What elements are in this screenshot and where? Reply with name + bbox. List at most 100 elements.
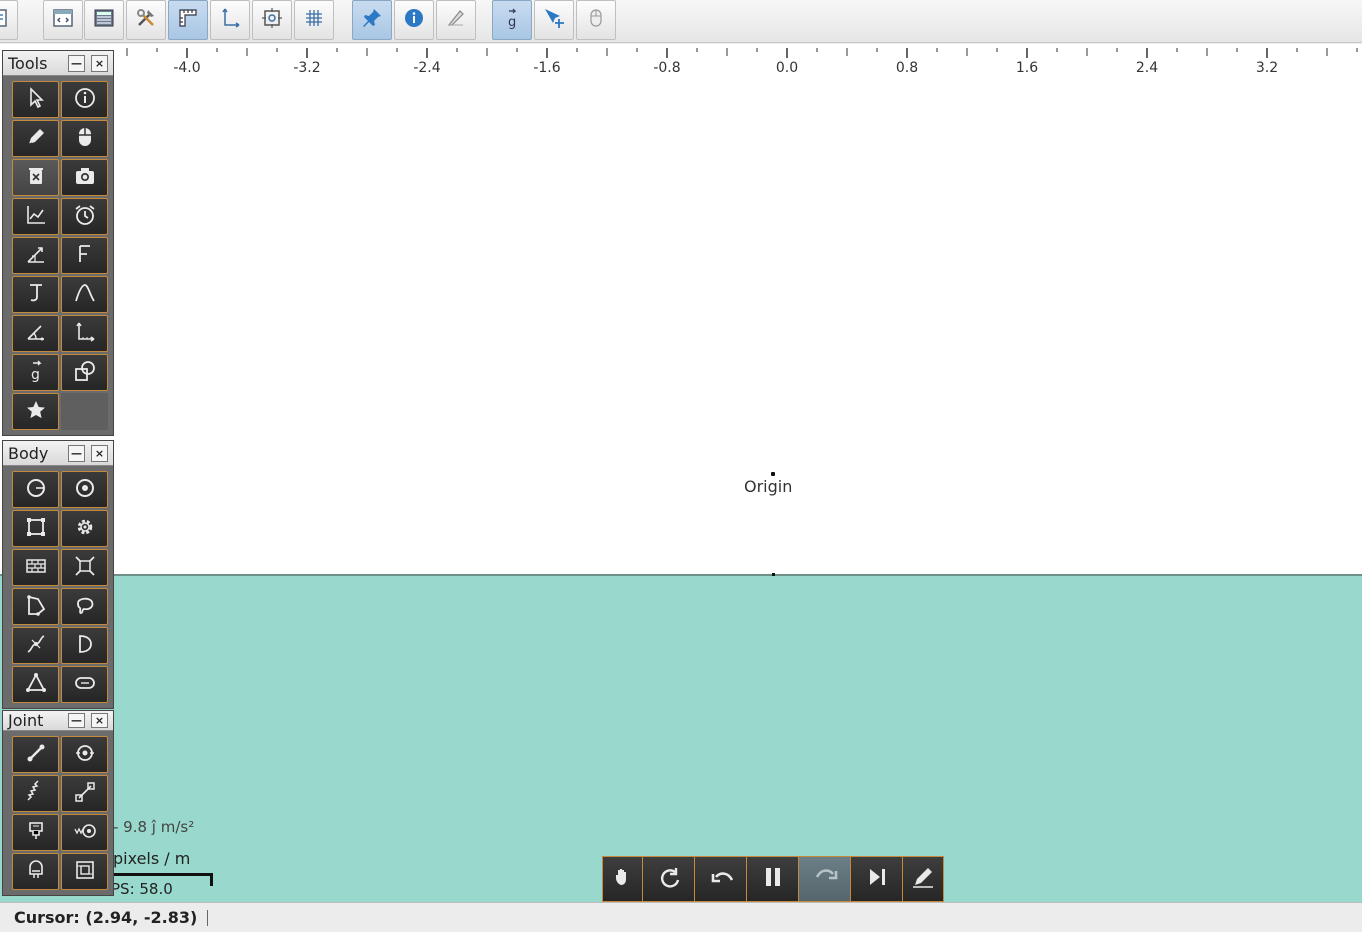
force-icon <box>73 242 97 270</box>
pivot-joint-icon <box>73 741 97 769</box>
svg-text:g: g <box>508 15 516 30</box>
graph-icon <box>24 203 48 231</box>
close-button[interactable]: × <box>91 713 108 728</box>
body-palette: Body — × <box>2 440 114 709</box>
weld-joint-icon <box>24 858 48 886</box>
polygon-tool-button[interactable] <box>12 588 59 625</box>
wheel-joint-tool-button[interactable] <box>61 814 108 851</box>
weld-joint-tool-button[interactable] <box>12 853 59 890</box>
mouse-tool-button[interactable] <box>61 120 108 157</box>
rod-joint-tool-button[interactable] <box>12 736 59 773</box>
group-joint-tool-button[interactable] <box>61 853 108 890</box>
motor-joint-tool-button[interactable] <box>12 814 59 851</box>
camera-follow-icon <box>260 6 284 34</box>
ground-anchor <box>772 573 775 576</box>
ruler-button[interactable] <box>168 0 208 40</box>
star-tool-button[interactable] <box>12 393 59 430</box>
axes-button[interactable] <box>210 0 250 40</box>
move-cursor-button[interactable] <box>534 0 574 40</box>
camera-follow-button[interactable] <box>252 0 292 40</box>
ground-body[interactable] <box>0 574 1362 902</box>
shape-tool-button[interactable] <box>61 354 108 391</box>
shape-icon <box>73 359 97 387</box>
properties-button[interactable] <box>0 0 18 40</box>
capsule-icon <box>73 671 97 699</box>
redo-icon <box>810 862 840 896</box>
impulse-tool-button[interactable] <box>12 276 59 313</box>
mouse-button[interactable] <box>576 0 616 40</box>
status-separator <box>207 909 209 926</box>
code-window-icon <box>51 6 75 34</box>
ruler-tick-label: 0.8 <box>895 60 919 76</box>
ruler-tick-label: 3.2 <box>1255 60 1279 76</box>
box-tool-button[interactable] <box>12 510 59 547</box>
hand-button[interactable] <box>603 857 643 901</box>
redo-button[interactable] <box>799 857 851 901</box>
circle-tool-button[interactable] <box>12 471 59 508</box>
ragdoll-tool-button[interactable] <box>61 549 108 586</box>
body-palette-header[interactable]: Body — × <box>3 441 113 466</box>
eraser-button[interactable] <box>436 0 476 40</box>
minimize-button[interactable]: — <box>68 445 85 462</box>
origin-marker <box>771 472 775 476</box>
close-button[interactable]: × <box>91 55 108 72</box>
calculator-icon <box>92 6 116 34</box>
path-tool-button[interactable] <box>61 276 108 313</box>
pin-button[interactable] <box>352 0 392 40</box>
spring-joint-tool-button[interactable] <box>12 775 59 812</box>
tools-button[interactable] <box>126 0 166 40</box>
simulation-canvas[interactable]: -4.0 -3.2 -2.4 -1.6 -0.8 0.0 0.8 1.6 2.4 3.2 Orig… <box>0 44 1362 902</box>
undo-button[interactable] <box>695 857 747 901</box>
gravity-tool-button[interactable]: g <box>12 354 59 391</box>
blob-icon <box>73 593 97 621</box>
slider-joint-icon <box>73 780 97 808</box>
blob-tool-button[interactable] <box>61 588 108 625</box>
info-button[interactable] <box>394 0 434 40</box>
triangle-tool-button[interactable] <box>12 666 59 703</box>
vector-tool-button[interactable] <box>12 237 59 274</box>
main-toolbar: g <box>0 0 1362 43</box>
gear-tool-button[interactable] <box>61 510 108 547</box>
force-tool-button[interactable] <box>61 237 108 274</box>
info-tool-button[interactable] <box>61 81 108 118</box>
close-button[interactable]: × <box>91 445 108 462</box>
spline-tool-button[interactable] <box>12 627 59 664</box>
reset-button[interactable] <box>643 857 695 901</box>
code-window-button[interactable] <box>43 0 83 40</box>
group-joint-icon <box>73 858 97 886</box>
ruler-tick-label: -4.0 <box>173 60 201 76</box>
reset-icon <box>654 862 684 896</box>
ruler-tick-label: -1.6 <box>533 60 561 76</box>
calculator-button[interactable] <box>84 0 124 40</box>
axes-tool-button[interactable] <box>61 315 108 352</box>
pencil-tool-button[interactable] <box>12 120 59 157</box>
step-icon <box>862 862 892 896</box>
edit-button[interactable] <box>903 857 943 901</box>
status-bar: Cursor: (2.94, -2.83) <box>0 902 1362 932</box>
minimize-button[interactable]: — <box>68 713 85 728</box>
ruler-tick-label: 0.0 <box>775 60 799 76</box>
select-tool-button[interactable] <box>12 81 59 118</box>
tools-grid: g <box>3 76 113 435</box>
slider-joint-tool-button[interactable] <box>61 775 108 812</box>
wall-tool-button[interactable] <box>12 549 59 586</box>
pause-button[interactable] <box>747 857 799 901</box>
joint-palette-header[interactable]: Joint — × <box>3 711 113 731</box>
half-circle-tool-button[interactable] <box>61 627 108 664</box>
axes-icon <box>73 320 97 348</box>
gravity-vector-button[interactable]: g <box>492 0 532 40</box>
angle-tool-button[interactable] <box>12 315 59 352</box>
physics-sandbox-app: g -4.0 -3.2 -2.4 -1.6 -0.8 0.0 0.8 1.6 2.4 3.2 Or… <box>0 0 1362 932</box>
pivot-joint-tool-button[interactable] <box>61 736 108 773</box>
delete-tool-button[interactable] <box>12 159 59 196</box>
graph-tool-button[interactable] <box>12 198 59 235</box>
capsule-tool-button[interactable] <box>61 666 108 703</box>
alarm-clock-tool-button[interactable] <box>61 198 108 235</box>
step-button[interactable] <box>851 857 903 901</box>
tools-palette-header[interactable]: Tools — × <box>3 51 113 76</box>
minimize-button[interactable]: — <box>68 55 85 72</box>
grid-button[interactable] <box>294 0 334 40</box>
camera-tool-button[interactable] <box>61 159 108 196</box>
joint-grid <box>3 731 113 895</box>
ring-tool-button[interactable] <box>61 471 108 508</box>
